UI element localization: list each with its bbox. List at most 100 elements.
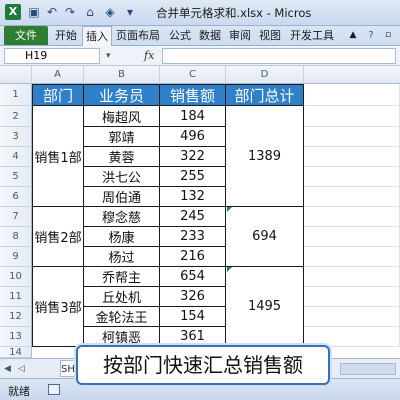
excel-app-icon[interactable]: X [5,4,21,20]
salesperson-cell[interactable]: 杨康 [84,227,160,247]
salesperson-cell[interactable]: 郭靖 [84,127,160,147]
collapse-ribbon-icon[interactable]: ▲ [346,26,360,45]
name-box[interactable]: H19 [4,48,100,64]
empty-cell[interactable] [304,267,400,287]
header-sales[interactable]: 销售额 [160,84,226,106]
name-box-dropdown-icon[interactable]: ▾ [106,49,118,63]
empty-cell[interactable] [304,307,400,327]
empty-cell[interactable] [304,227,400,247]
salesperson-cell[interactable]: 周伯通 [84,187,160,207]
row-header[interactable]: 3 [0,127,32,147]
sales-cell[interactable]: 184 [160,106,226,127]
salesperson-cell[interactable]: 乔帮主 [84,267,160,287]
macro-record-icon[interactable] [48,384,60,395]
row-header[interactable]: 12 [0,307,32,327]
column-header-c[interactable]: C [160,66,226,84]
tab-file[interactable]: 文件 [4,26,48,45]
empty-cell[interactable] [304,327,400,347]
tab-developer[interactable]: 开发工具 [286,26,338,45]
sales-cell[interactable]: 654 [160,267,226,287]
salesperson-cell[interactable]: 柯镇恶 [84,327,160,347]
dept-total-cell[interactable]: 1495 [226,267,304,347]
prev-sheet-icon[interactable]: ◁ [18,362,30,376]
salesperson-cell[interactable]: 金轮法王 [84,307,160,327]
sales-cell[interactable]: 361 [160,327,226,347]
row-header[interactable]: 11 [0,287,32,307]
tab-view[interactable]: 视图 [256,26,284,45]
header-dept[interactable]: 部门 [32,84,84,106]
salesperson-cell[interactable]: 洪七公 [84,167,160,187]
horizontal-scrollbar[interactable] [340,363,396,375]
row-header[interactable]: 4 [0,147,32,167]
row-header[interactable]: 7 [0,207,32,227]
dept-cell[interactable]: 销售1部 [32,106,84,207]
sales-cell[interactable]: 322 [160,147,226,167]
undo-icon[interactable]: ↶ [44,4,60,20]
save-icon[interactable]: ▣ [26,4,42,20]
sales-cell[interactable]: 326 [160,287,226,307]
row-header[interactable]: 13 [0,327,32,347]
empty-cell[interactable] [304,187,400,207]
worksheet-grid[interactable]: 部门 业务员 销售额 部门总计 销售1部 梅超风 184 郭靖 496 黄蓉 3… [32,84,400,348]
dept-cell[interactable]: 销售3部 [32,267,84,347]
salesperson-cell[interactable]: 丘处机 [84,287,160,307]
empty-cell[interactable] [304,106,400,127]
column-header-e[interactable] [304,66,400,84]
tab-page-layout[interactable]: 页面布局 [112,26,164,45]
sales-cell[interactable]: 496 [160,127,226,147]
tab-insert[interactable]: 插入 [82,26,112,46]
sales-cell[interactable]: 245 [160,207,226,227]
dept-total-cell[interactable]: 694 [226,207,304,267]
dept-cell[interactable]: 销售2部 [32,207,84,267]
sales-cell[interactable]: 132 [160,187,226,207]
tab-formulas[interactable]: 公式 [166,26,194,45]
ribbon-tabs: 文件 开始 插入 页面布局 公式 数据 审阅 视图 开发工具 ▲ ? ▫ [0,26,400,46]
salesperson-cell[interactable]: 穆念慈 [84,207,160,227]
dept-total-cell[interactable]: 1389 [226,106,304,207]
empty-cell[interactable] [304,127,400,147]
sales-cell[interactable]: 216 [160,247,226,267]
quick-access-icon-2[interactable]: ◈ [102,4,118,20]
row-header[interactable]: 2 [0,106,32,127]
header-dept-total[interactable]: 部门总计 [226,84,304,106]
empty-cell[interactable] [304,147,400,167]
help-icon[interactable]: ? [364,26,378,45]
empty-cell[interactable] [304,207,400,227]
row-header[interactable]: 10 [0,267,32,287]
tab-review[interactable]: 审阅 [226,26,254,45]
empty-cell[interactable] [304,167,400,187]
sales-cell[interactable]: 154 [160,307,226,327]
column-header-d[interactable]: D [226,66,304,84]
select-all-corner[interactable] [0,66,32,84]
row-header[interactable]: 5 [0,167,32,187]
error-indicator-icon[interactable] [227,267,232,272]
sales-cell[interactable]: 233 [160,227,226,247]
salesperson-cell[interactable]: 梅超风 [84,106,160,127]
column-header-b[interactable]: B [84,66,160,84]
caption-banner: 按部门快速汇总销售额 [76,345,330,385]
insert-function-icon[interactable]: fx [144,48,158,64]
column-header-a[interactable]: A [32,66,84,84]
row-header[interactable]: 8 [0,227,32,247]
formula-input[interactable] [162,48,396,64]
sales-cell[interactable]: 255 [160,167,226,187]
redo-icon[interactable]: ↷ [62,4,78,20]
restore-window-icon[interactable]: ▫ [380,26,396,45]
salesperson-cell[interactable]: 黄蓉 [84,147,160,167]
header-salesperson[interactable]: 业务员 [84,84,160,106]
row-header[interactable]: 6 [0,187,32,207]
row-header[interactable]: 1 [0,84,32,106]
empty-cell[interactable] [304,84,400,106]
empty-cell[interactable] [304,287,400,307]
row-header[interactable]: 14 [0,347,32,358]
row-header[interactable]: 9 [0,247,32,267]
error-indicator-icon[interactable] [227,207,232,212]
salesperson-cell[interactable]: 杨过 [84,247,160,267]
quick-access-icon[interactable]: ⌂ [82,4,98,20]
customize-quick-access-icon[interactable]: ▾ [122,4,138,20]
first-sheet-icon[interactable]: ◀ [4,362,16,376]
empty-cell[interactable] [304,247,400,267]
tab-home[interactable]: 开始 [52,26,80,45]
tab-data[interactable]: 数据 [196,26,224,45]
window-title: 合并单元格求和.xlsx - Micros [156,6,312,20]
